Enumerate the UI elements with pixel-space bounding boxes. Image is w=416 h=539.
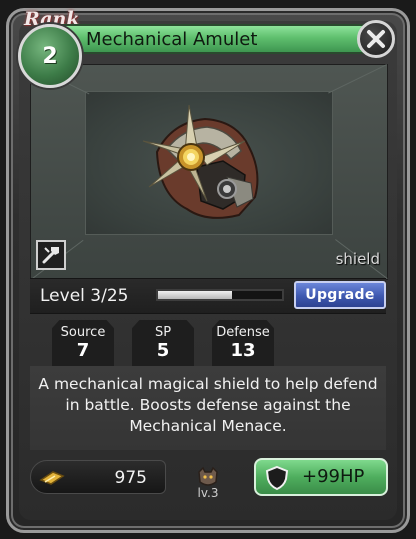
item-preview [30, 64, 388, 280]
mechanical-amulet-icon [142, 104, 259, 219]
ticket-icon [39, 471, 65, 485]
stat-label: Defense [216, 325, 270, 340]
level-badge: lv.3 [190, 466, 226, 506]
hp-button[interactable]: +99HP [254, 458, 388, 496]
stat-sp: SP 5 [132, 320, 194, 366]
stat-value: 5 [156, 340, 170, 361]
upgrade-button[interactable]: Upgrade [294, 281, 386, 309]
shield-icon [265, 465, 289, 491]
stat-label: SP [154, 325, 172, 340]
title-bar: Mechanical Amulet [54, 24, 376, 54]
hammer-wrench-icon [42, 247, 59, 264]
stat-label: Source [60, 325, 106, 340]
price-display: 975 [30, 460, 166, 494]
price-value: 975 [114, 468, 147, 488]
stat-defense: Defense 13 [212, 320, 274, 366]
stat-value: 13 [230, 340, 256, 361]
stat-source: Source 7 [52, 320, 114, 366]
level-badge-text: lv.3 [197, 486, 219, 500]
creature-icon [198, 466, 218, 486]
item-title: Mechanical Amulet [86, 29, 258, 50]
preview-edge [328, 64, 387, 94]
rank-badge: 2 [18, 24, 82, 88]
level-text: Level 3/25 [40, 286, 129, 306]
close-icon [367, 30, 385, 48]
item-type-icon [36, 240, 66, 270]
level-row: Level 3/25 Upgrade [30, 278, 386, 314]
hp-button-label: +99HP [302, 466, 365, 487]
stat-value: 7 [76, 340, 90, 361]
level-progress-fill [158, 291, 233, 299]
description-box: A mechanical magical shield to help defe… [30, 366, 386, 450]
level-progress-bar [156, 289, 284, 301]
rank-value: 2 [42, 43, 58, 69]
close-button[interactable] [357, 20, 395, 58]
item-type-label: shield [335, 250, 380, 268]
upgrade-button-label: Upgrade [305, 287, 375, 303]
item-description: A mechanical magical shield to help defe… [38, 375, 378, 435]
